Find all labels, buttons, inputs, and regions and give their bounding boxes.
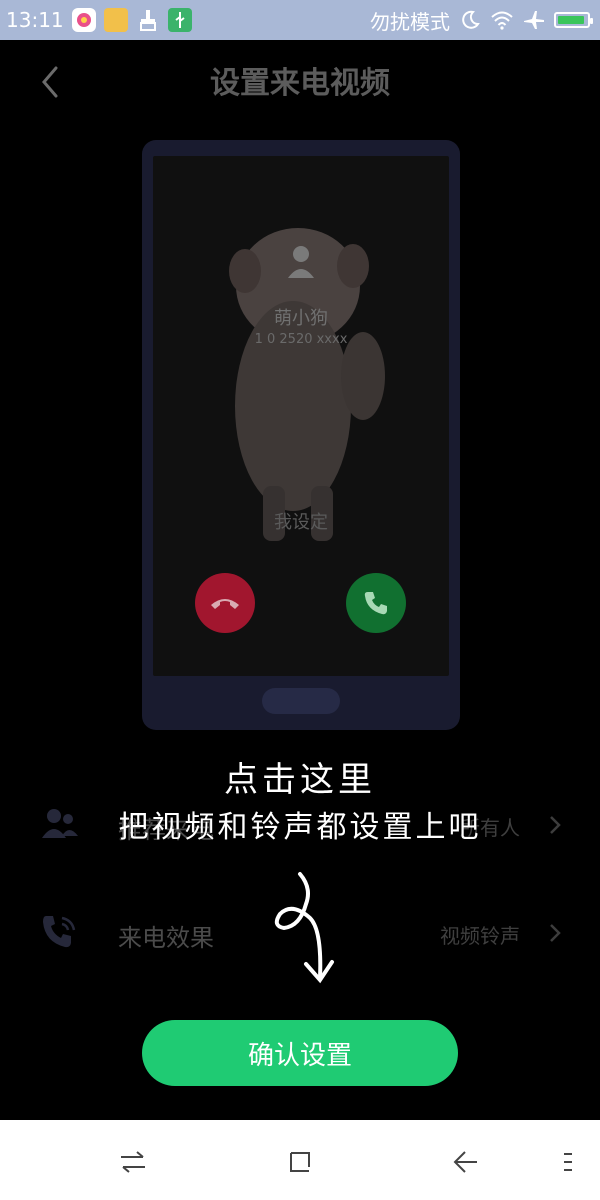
hand-drawn-arrow-icon — [274, 872, 334, 984]
chevron-right-icon — [550, 924, 561, 942]
nav-home-button[interactable] — [280, 1142, 320, 1182]
usb-icon — [167, 8, 192, 32]
hang-up-icon — [211, 599, 239, 609]
system-nav-bar — [0, 1120, 600, 1200]
status-bar-right: 勿扰模式 — [370, 6, 600, 35]
status-bar: 13:11 勿扰模式 — [0, 0, 600, 40]
nav-switch-button[interactable] — [113, 1142, 153, 1182]
accept-call-button — [346, 573, 406, 633]
phone-icon — [364, 592, 387, 615]
moon-icon — [458, 8, 482, 32]
folder-notification-icon — [103, 8, 128, 32]
phone-ring-icon — [43, 916, 76, 948]
phone-preview: 萌小狗 1 0 2520 xxxx 我设定 — [142, 140, 460, 730]
cleaner-notification-icon — [136, 8, 160, 32]
setting-row-value: 视频铃声 — [440, 924, 520, 948]
menu-icon — [564, 1153, 572, 1171]
status-time: 13:11 — [6, 8, 64, 32]
setting-row-label: 来电效果 — [118, 924, 214, 952]
phone-home-button — [262, 688, 340, 714]
hint-line-1: 点击这里 — [224, 760, 376, 800]
caller-number: 1 0 2520 xxxx — [254, 332, 348, 347]
back-arrow-icon — [453, 1151, 477, 1173]
app-notification-icon — [71, 8, 96, 32]
confirm-settings-button[interactable]: 确认设置 — [142, 1020, 458, 1086]
decline-call-button — [195, 573, 255, 633]
caller-name: 萌小狗 — [274, 308, 328, 329]
page-title: 设置来电视频 — [210, 66, 390, 101]
video-preview-screen[interactable]: 萌小狗 1 0 2520 xxxx 我设定 — [153, 156, 449, 676]
square-icon — [290, 1152, 310, 1172]
battery-icon — [554, 12, 593, 28]
wifi-icon — [490, 8, 514, 32]
airplane-icon — [522, 8, 546, 32]
hint-line-2: 把视频和铃声都设置上吧 — [118, 810, 482, 845]
status-bar-left: 13:11 — [0, 8, 192, 32]
set-by-label: 我设定 — [274, 512, 328, 533]
dnd-mode-label: 勿扰模式 — [370, 9, 450, 34]
avatar — [288, 246, 314, 278]
switch-arrows-icon — [121, 1151, 145, 1173]
nav-back-button[interactable] — [446, 1142, 486, 1182]
nav-menu-button[interactable] — [548, 1142, 588, 1182]
